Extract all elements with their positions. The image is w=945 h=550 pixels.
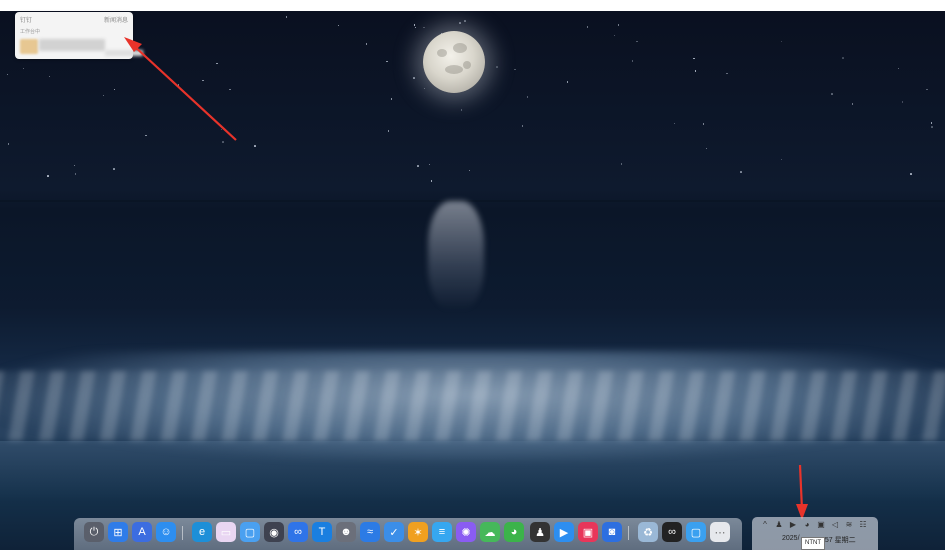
- recycle-bin-icon[interactable]: ♻: [638, 522, 658, 542]
- wifi-icon[interactable]: ≋: [844, 520, 854, 530]
- screen-recorder-icon[interactable]: ◙: [602, 522, 622, 542]
- baidu-netdisk-icon[interactable]: ∞: [288, 522, 308, 542]
- notes-icon[interactable]: ▢: [240, 522, 260, 542]
- arrow-top-left: [124, 37, 237, 141]
- translate-icon[interactable]: T: [312, 522, 332, 542]
- check-app-icon[interactable]: ✓: [384, 522, 404, 542]
- qq-tray-icon[interactable]: ♟: [774, 520, 784, 530]
- image-editor-icon[interactable]: ▣: [578, 522, 598, 542]
- butterfly-icon[interactable]: ✶: [408, 522, 428, 542]
- arrow-app-icon[interactable]: ▶: [554, 522, 574, 542]
- document-icon[interactable]: ≡: [432, 522, 452, 542]
- avatar-app-icon[interactable]: ☻: [336, 522, 356, 542]
- volume-icon[interactable]: ◁: [830, 520, 840, 530]
- folder-icon[interactable]: ▭: [216, 522, 236, 542]
- finder-icon[interactable]: ☺: [156, 522, 176, 542]
- wechat-tray-icon[interactable]: ◕: [802, 520, 812, 530]
- windows-start-icon[interactable]: ⊞: [108, 522, 128, 542]
- dock-separator: [628, 526, 629, 540]
- tray-tooltip: NTNT: [801, 537, 825, 550]
- more-apps-icon[interactable]: ⋯: [710, 522, 730, 542]
- tray-date[interactable]: 2025/: [782, 535, 800, 542]
- feishu-icon[interactable]: ≈: [360, 522, 380, 542]
- network-icon[interactable]: ☷: [858, 520, 868, 530]
- app-store-icon[interactable]: A: [132, 522, 152, 542]
- edge-browser-icon[interactable]: e: [192, 522, 212, 542]
- puzzle-icon[interactable]: ✺: [456, 522, 476, 542]
- cloud-icon[interactable]: ☁: [480, 522, 500, 542]
- steering-icon[interactable]: ◉: [264, 522, 284, 542]
- chevron-up-icon[interactable]: ^: [760, 520, 770, 530]
- nvidia-tray-icon[interactable]: ▣: [816, 520, 826, 530]
- qq-icon[interactable]: ♟: [530, 522, 550, 542]
- annotation-arrows: [124, 37, 808, 520]
- arrow-tray-icon[interactable]: ▶: [788, 520, 798, 530]
- dock-separator: [182, 526, 183, 540]
- taskbar-dock: ⏻ ⊞ A ☺ e ▭ ▢ ◉ ∞ T ☻ ≈ ✓ ✶ ≡ ✺ ☁ ◕ ♟ ▶ ▣ ◙ ♻ ∞ ▢ ⋯: [74, 518, 742, 550]
- arrow-bottom-right: [796, 464, 808, 520]
- mask-app-icon[interactable]: ∞: [662, 522, 682, 542]
- power-icon[interactable]: ⏻: [84, 522, 104, 542]
- wechat-icon[interactable]: ◕: [504, 522, 524, 542]
- chat-app-icon[interactable]: ▢: [686, 522, 706, 542]
